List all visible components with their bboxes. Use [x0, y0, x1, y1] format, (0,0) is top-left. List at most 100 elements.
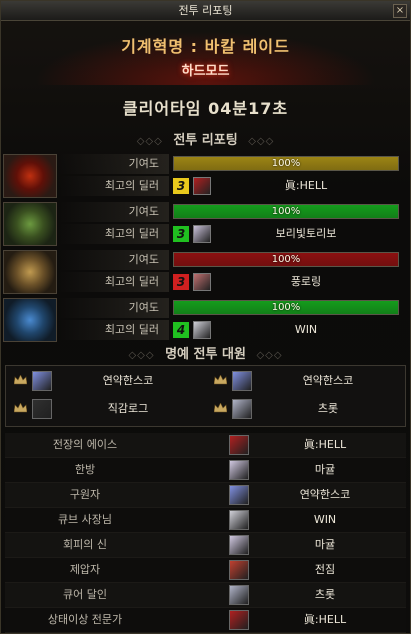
contribution-row: 기여도 100% [59, 298, 404, 318]
crown-icon [14, 403, 27, 413]
contribution-bar: 100% [173, 300, 399, 315]
contribution-bar: 100% [173, 252, 399, 267]
member-avatar [32, 399, 52, 419]
clear-time: 클리어타임 04분17초 [122, 99, 289, 118]
member-name: 츠롯 [317, 402, 339, 415]
contribution-value: 100% [271, 158, 301, 169]
contribution-label: 기여도 [59, 202, 169, 222]
ornament-right-icon: ◇◇◇ [248, 136, 275, 147]
boss-row: 기여도 100% 최고의 딜러 3 풍로링 [3, 250, 404, 294]
award-player-name: 전짐 [314, 563, 336, 576]
boss-row: 기여도 100% 최고의 딜러 3 眞:HELL [3, 154, 404, 198]
award-title: 한방 [74, 463, 96, 476]
top-dealer-row: 최고의 딜러 3 풍로링 [59, 272, 404, 292]
rank-badge-icon: 3 [173, 178, 189, 194]
contribution-label: 기여도 [59, 154, 169, 174]
member-avatar [232, 371, 252, 391]
battle-report-window: 전투 리포팅 × 기계혁명 : 바칼 레이드 하드모드 클리어타임 04분17초… [0, 0, 411, 634]
battle-report-section-title: ◇◇◇ 전투 리포팅 ◇◇◇ [1, 129, 410, 148]
rank-badge-icon: 4 [173, 322, 189, 338]
award-title: 제압자 [69, 563, 101, 576]
honor-members-panel: 연약한스코 연약한스코 직감로그 츠롯 [5, 365, 406, 427]
honor-member[interactable]: 츠롯 [208, 398, 400, 422]
contribution-value: 100% [271, 302, 301, 313]
honor-member[interactable]: 직감로그 [8, 398, 200, 422]
award-row[interactable]: 회피의 신 마귤 [5, 533, 406, 558]
award-row[interactable]: 전장의 에이스 眞:HELL [5, 433, 406, 458]
award-player-name: WIN [313, 513, 337, 526]
boss-portrait-icon [3, 250, 57, 294]
award-avatar [229, 435, 249, 455]
award-row[interactable]: 상태이상 전문가 眞:HELL [5, 608, 406, 633]
contribution-row: 기여도 100% [59, 250, 404, 270]
award-player-name: 眞:HELL [303, 438, 347, 451]
contribution-label: 기여도 [59, 250, 169, 270]
window-title: 전투 리포팅 [178, 4, 233, 17]
top-dealer[interactable]: 3 풍로링 [173, 273, 399, 291]
honor-section-title: ◇◇◇ 명예 전투 대원 ◇◇◇ [1, 343, 410, 362]
award-title: 큐브 사장님 [57, 513, 113, 526]
dealer-avatar [193, 225, 211, 243]
top-dealer-row: 최고의 딜러 3 보리빛토리보 [59, 224, 404, 244]
difficulty-mode: 하드모드 [181, 64, 230, 79]
award-avatar [229, 460, 249, 480]
contribution-bar: 100% [173, 204, 399, 219]
honor-heading: 명예 전투 대원 [165, 347, 246, 362]
award-avatar [229, 485, 249, 505]
award-row[interactable]: 큐브 사장님 WIN [5, 508, 406, 533]
award-title: 상태이상 전문가 [47, 613, 123, 626]
crown-icon [214, 375, 227, 385]
top-dealer-label: 최고의 딜러 [59, 224, 169, 244]
member-name: 직감로그 [107, 402, 149, 415]
raid-header: 기계혁명 : 바칼 레이드 하드모드 [5, 23, 406, 85]
top-dealer[interactable]: 3 보리빛토리보 [173, 225, 399, 243]
contribution-bar: 100% [173, 156, 399, 171]
award-avatar [229, 510, 249, 530]
raid-name: 기계혁명 : 바칼 레이드 [121, 37, 290, 56]
honor-member[interactable]: 연약한스코 [8, 370, 200, 394]
award-player-name: 연약한스코 [299, 488, 351, 501]
contribution-value: 100% [271, 254, 301, 265]
award-player-name: 츠롯 [314, 588, 336, 601]
boss-portrait-icon [3, 154, 57, 198]
awards-list: 전장의 에이스 眞:HELL 한방 마귤 구원자 연약한스코 큐브 사장님 WI… [5, 433, 406, 633]
close-button[interactable]: × [393, 4, 407, 18]
member-name: 연약한스코 [302, 374, 354, 387]
award-avatar [229, 560, 249, 580]
window-titlebar[interactable]: 전투 리포팅 × [1, 1, 410, 21]
boss-portrait-icon [3, 202, 57, 246]
dealer-name: 眞:HELL [284, 179, 328, 192]
award-player-name: 마귤 [314, 538, 336, 551]
dealer-name: WIN [294, 323, 318, 336]
crown-icon [214, 403, 227, 413]
award-title: 구원자 [69, 488, 101, 501]
award-row[interactable]: 한방 마귤 [5, 458, 406, 483]
top-dealer-row: 최고의 딜러 4 WIN [59, 320, 404, 340]
dealer-name: 풍로링 [290, 275, 322, 288]
award-row[interactable]: 큐어 달인 츠롯 [5, 583, 406, 608]
top-dealer[interactable]: 4 WIN [173, 321, 399, 339]
dealer-name: 보리빛토리보 [275, 227, 337, 240]
award-player-name: 마귤 [314, 463, 336, 476]
boss-portrait-icon [3, 298, 57, 342]
boss-row: 기여도 100% 최고의 딜러 4 WIN [3, 298, 404, 342]
top-dealer-row: 최고의 딜러 3 眞:HELL [59, 176, 404, 196]
award-row[interactable]: 제압자 전짐 [5, 558, 406, 583]
contribution-row: 기여도 100% [59, 202, 404, 222]
dealer-avatar [193, 321, 211, 339]
crown-icon [14, 375, 27, 385]
ornament-left-icon: ◇◇◇ [136, 136, 163, 147]
ornament-left-icon: ◇◇◇ [128, 350, 155, 361]
top-dealer[interactable]: 3 眞:HELL [173, 177, 399, 195]
contribution-row: 기여도 100% [59, 154, 404, 174]
dealer-avatar [193, 273, 211, 291]
honor-member[interactable]: 연약한스코 [208, 370, 400, 394]
member-name: 연약한스코 [102, 374, 154, 387]
rank-badge-icon: 3 [173, 226, 189, 242]
dealer-avatar [193, 177, 211, 195]
battle-report-heading: 전투 리포팅 [173, 133, 238, 148]
member-avatar [232, 399, 252, 419]
award-avatar [229, 535, 249, 555]
award-row[interactable]: 구원자 연약한스코 [5, 483, 406, 508]
award-avatar [229, 585, 249, 605]
